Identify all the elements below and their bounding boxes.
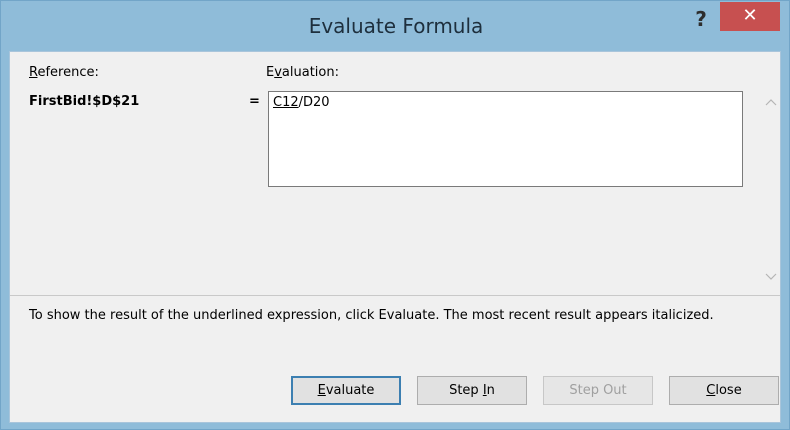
instruction-text: To show the result of the underlined exp… xyxy=(29,308,714,323)
evaluation-label: Evaluation: xyxy=(266,65,339,80)
equals-sign: = xyxy=(249,94,260,109)
scroll-down-icon[interactable] xyxy=(764,270,778,284)
underlined-expression: C12 xyxy=(273,95,299,110)
evaluation-textbox[interactable]: C12/D20 xyxy=(268,91,743,187)
reference-value: FirstBid!$D$21 xyxy=(29,94,140,109)
reference-label: Reference: xyxy=(29,65,99,80)
dialog-title: Evaluate Formula xyxy=(308,14,484,38)
close-button[interactable]: Close xyxy=(669,376,779,405)
evaluate-formula-dialog: Evaluate Formula ? ✕ Reference: Evaluati… xyxy=(0,0,790,430)
close-window-button[interactable]: ✕ xyxy=(720,2,780,31)
step-in-button[interactable]: Step In xyxy=(417,376,527,405)
scroll-up-icon[interactable] xyxy=(764,95,778,109)
help-button[interactable]: ? xyxy=(684,6,718,34)
close-icon: ✕ xyxy=(742,5,758,26)
title-bar: Evaluate Formula ? ✕ xyxy=(1,1,789,51)
expression-rest: /D20 xyxy=(298,95,330,110)
separator xyxy=(10,295,780,296)
dialog-body: Reference: Evaluation: FirstBid!$D$21 = … xyxy=(9,51,781,423)
step-out-button[interactable]: Step Out xyxy=(543,376,653,405)
evaluate-button[interactable]: Evaluate xyxy=(291,376,401,405)
